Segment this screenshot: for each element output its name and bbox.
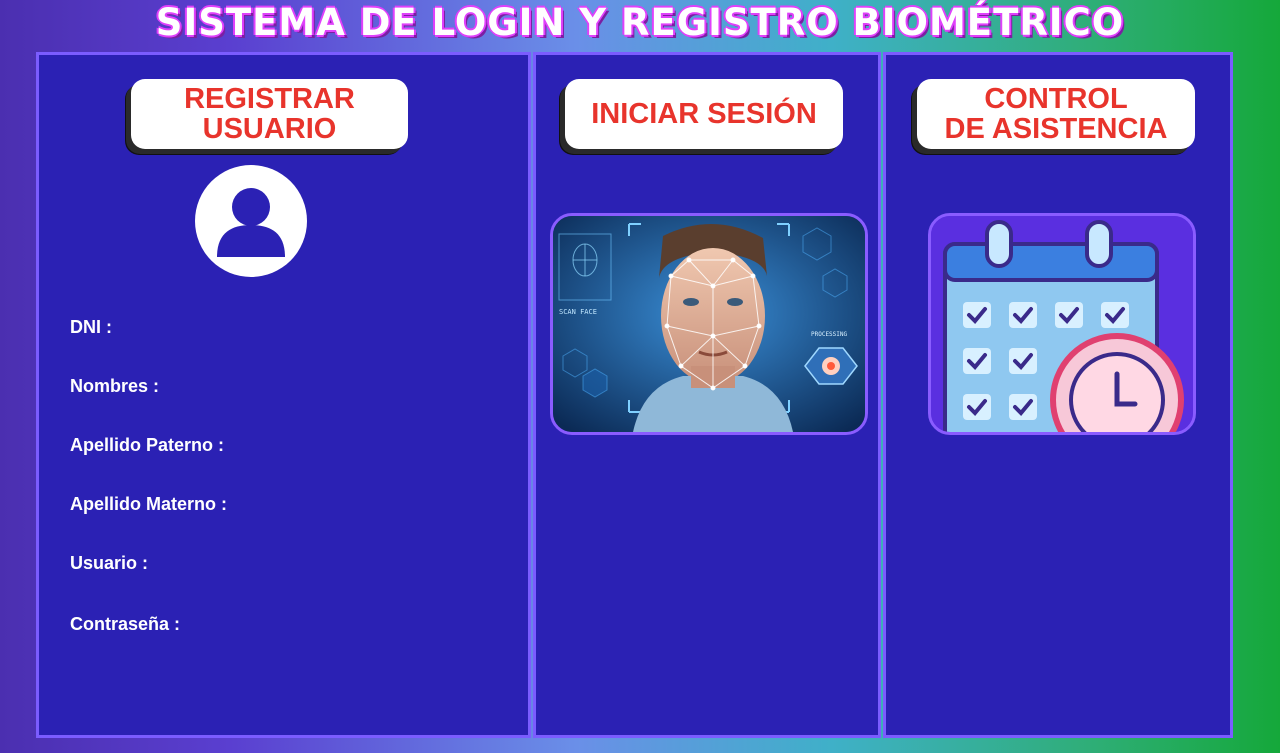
apellido-paterno-label: Apellido Paterno : (70, 435, 225, 455)
contrasena-label: Contraseña : (70, 614, 181, 634)
usuario-label: Usuario : (70, 553, 149, 573)
register-user-button-label: REGISTRAR USUARIO (184, 83, 355, 145)
user-icon (195, 165, 307, 277)
login-button-label: INICIAR SESIÓN (591, 98, 817, 130)
calendar-check-icon (928, 213, 1196, 435)
clock-icon (1050, 333, 1184, 432)
app-title: SISTEMA DE LOGIN Y REGISTRO BIOMÉTRICO (155, 1, 1125, 44)
apellido-materno-label: Apellido Materno : (70, 494, 227, 514)
processing-text: PROCESSING (811, 331, 848, 338)
attendance-control-button-label: CONTROL DE ASISTENCIA (944, 83, 1168, 145)
attendance-panel: CONTROL DE ASISTENCIA (883, 52, 1233, 738)
login-button[interactable]: INICIAR SESIÓN (565, 79, 843, 149)
register-user-button[interactable]: REGISTRAR USUARIO (131, 79, 408, 149)
nombres-label: Nombres : (70, 376, 160, 396)
scan-face-text: SCAN FACE (559, 308, 597, 316)
attendance-control-button[interactable]: CONTROL DE ASISTENCIA (917, 79, 1195, 149)
register-panel: REGISTRAR USUARIO DNI : Nombres : Apelli… (36, 52, 531, 738)
face-scan-image: SCAN FACE PROCESSING (550, 213, 868, 435)
dni-label: DNI : (70, 317, 112, 337)
login-panel: INICIAR SESIÓN SCAN FACE PROCESSING (533, 52, 881, 738)
